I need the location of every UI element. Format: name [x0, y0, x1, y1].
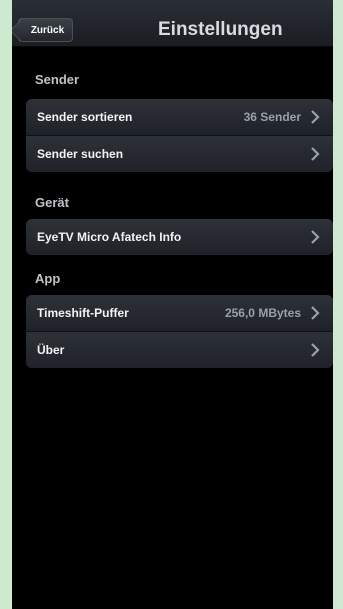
- section-title-sender: Sender: [35, 72, 80, 87]
- settings-screen: Zurück Einstellungen Sender Sender sorti…: [12, 0, 333, 609]
- chevron-right-icon: [311, 110, 320, 124]
- row-label: Über: [37, 343, 65, 357]
- chevron-right-icon: [311, 147, 320, 161]
- chevron-right-icon: [311, 230, 320, 244]
- group-geraet: EyeTV Micro Afatech Info: [26, 219, 333, 255]
- group-app: Timeshift-Puffer 256,0 MBytes Über: [26, 295, 333, 368]
- row-value: 36 Sender: [243, 110, 301, 124]
- page-title: Einstellungen: [158, 19, 283, 40]
- back-button-label: Zurück: [30, 24, 65, 36]
- group-sender: Sender sortieren 36 Sender Sender suchen: [26, 99, 333, 172]
- row-label: Sender sortieren: [37, 110, 133, 124]
- row-label: EyeTV Micro Afatech Info: [37, 230, 182, 244]
- navigation-bar: Zurück Einstellungen: [12, 0, 333, 47]
- row-eyetv-info[interactable]: EyeTV Micro Afatech Info: [26, 219, 333, 255]
- row-ueber[interactable]: Über: [26, 332, 333, 368]
- chevron-right-icon: [311, 343, 320, 357]
- row-sender-suchen[interactable]: Sender suchen: [26, 136, 333, 172]
- chevron-right-icon: [311, 306, 320, 320]
- section-title-app: App: [35, 271, 61, 286]
- row-label: Timeshift-Puffer: [37, 306, 129, 320]
- back-button[interactable]: Zurück: [18, 18, 73, 42]
- section-title-geraet: Gerät: [35, 195, 69, 210]
- row-sender-sortieren[interactable]: Sender sortieren 36 Sender: [26, 99, 333, 136]
- row-timeshift-puffer[interactable]: Timeshift-Puffer 256,0 MBytes: [26, 295, 333, 332]
- row-label: Sender suchen: [37, 147, 124, 161]
- row-value: 256,0 MBytes: [224, 306, 301, 320]
